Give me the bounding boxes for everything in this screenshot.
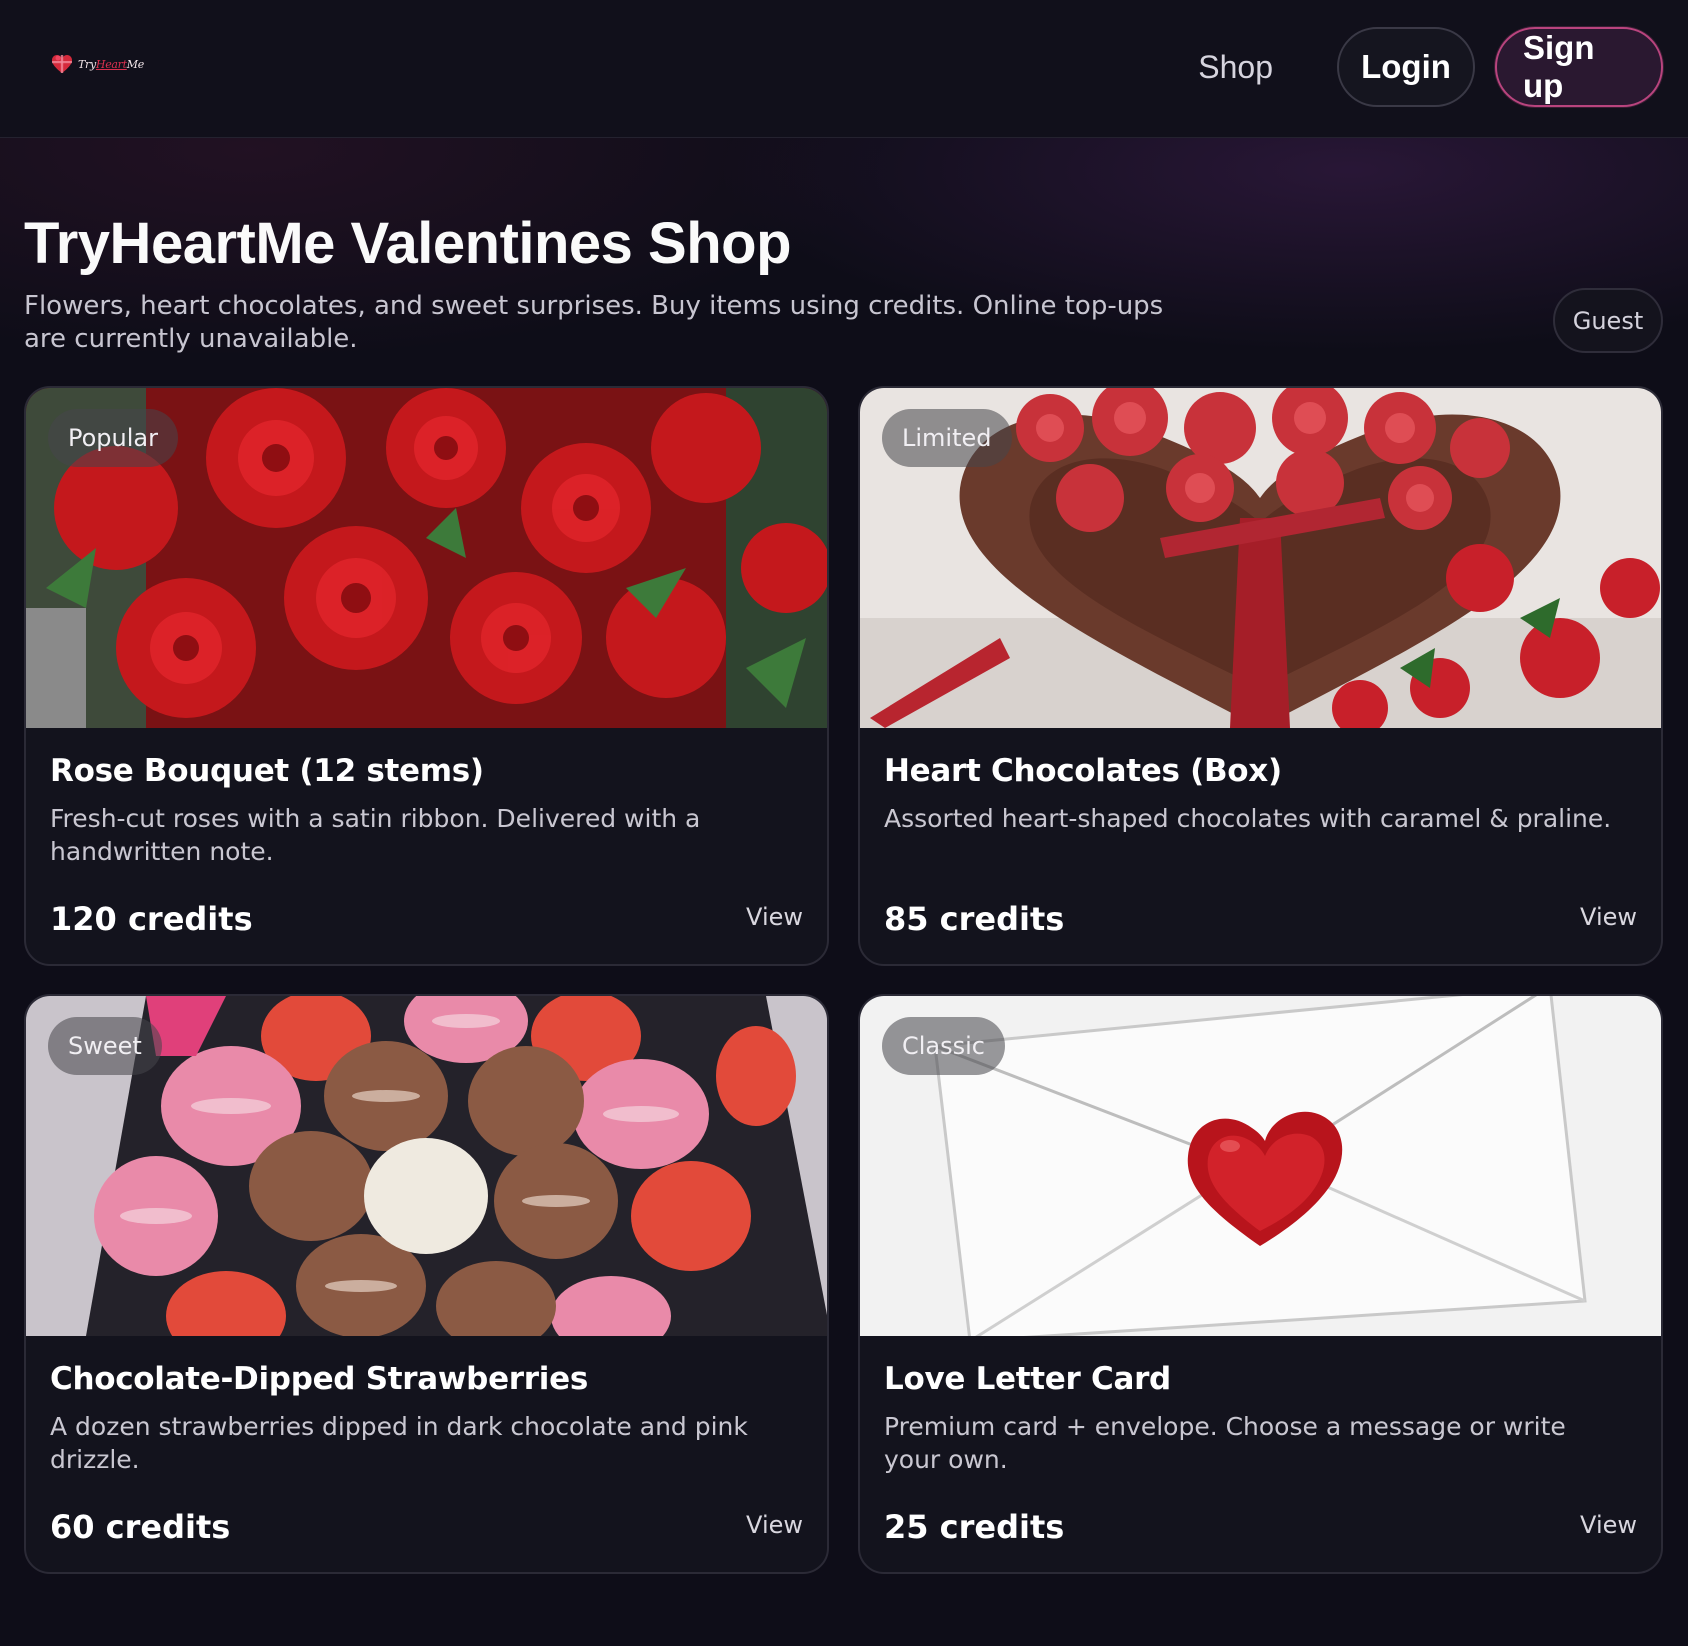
nav-link-shop[interactable]: Shop — [1198, 49, 1317, 86]
product-tag: Popular — [48, 409, 178, 467]
user-status-badge[interactable]: Guest — [1553, 288, 1663, 353]
product-card-heart-chocolates[interactable]: Limited Heart Chocolates (Box) Assorted … — [858, 386, 1663, 966]
product-title: Rose Bouquet (12 stems) — [50, 753, 484, 789]
product-description: A dozen strawberries dipped in dark choc… — [50, 1412, 748, 1474]
page-subtitle: Flowers, heart chocolates, and sweet sur… — [24, 291, 1164, 354]
brand-logo[interactable]: TryHeartMe — [50, 52, 144, 76]
page-title: TryHeartMe Valentines Shop — [24, 211, 792, 276]
main-nav: Shop Login Sign up — [1198, 27, 1663, 107]
view-product-link[interactable]: View — [1580, 903, 1637, 931]
product-title: Chocolate-Dipped Strawberries — [50, 1361, 588, 1397]
heart-gift-icon — [52, 55, 72, 73]
product-price: 60 credits — [50, 1508, 231, 1546]
product-image-strawberries: Sweet — [26, 996, 827, 1336]
view-product-link[interactable]: View — [746, 903, 803, 931]
product-card-rose-bouquet[interactable]: Popular Rose Bouquet (12 stems) Fresh-cu… — [24, 386, 829, 966]
product-card-strawberries[interactable]: Sweet Chocolate-Dipped Strawberries A do… — [24, 994, 829, 1574]
product-image-love-letter: Classic — [860, 996, 1661, 1336]
product-price: 85 credits — [884, 900, 1065, 938]
product-price: 25 credits — [884, 1508, 1065, 1546]
product-image-heart-chocolates: Limited — [860, 388, 1661, 728]
product-card-love-letter[interactable]: Classic Love Letter Card Premium card + … — [858, 994, 1663, 1574]
top-navigation-bar: TryHeartMe Shop Login Sign up — [0, 0, 1688, 138]
product-title: Love Letter Card — [884, 1361, 1171, 1397]
product-tag: Sweet — [48, 1017, 162, 1075]
product-tag: Classic — [882, 1017, 1006, 1075]
logo-wordmark: TryHeartMe — [78, 57, 144, 71]
view-product-link[interactable]: View — [1580, 1511, 1637, 1539]
product-description: Assorted heart-shaped chocolates with ca… — [884, 804, 1612, 833]
view-product-link[interactable]: View — [746, 1511, 803, 1539]
product-description: Fresh-cut roses with a satin ribbon. Del… — [50, 804, 701, 866]
signup-button[interactable]: Sign up — [1495, 27, 1663, 107]
product-image-roses: Popular — [26, 388, 827, 728]
product-title: Heart Chocolates (Box) — [884, 753, 1282, 789]
product-tag: Limited — [882, 409, 1012, 467]
product-price: 120 credits — [50, 900, 253, 938]
product-description: Premium card + envelope. Choose a messag… — [884, 1412, 1566, 1474]
login-button[interactable]: Login — [1337, 27, 1475, 107]
